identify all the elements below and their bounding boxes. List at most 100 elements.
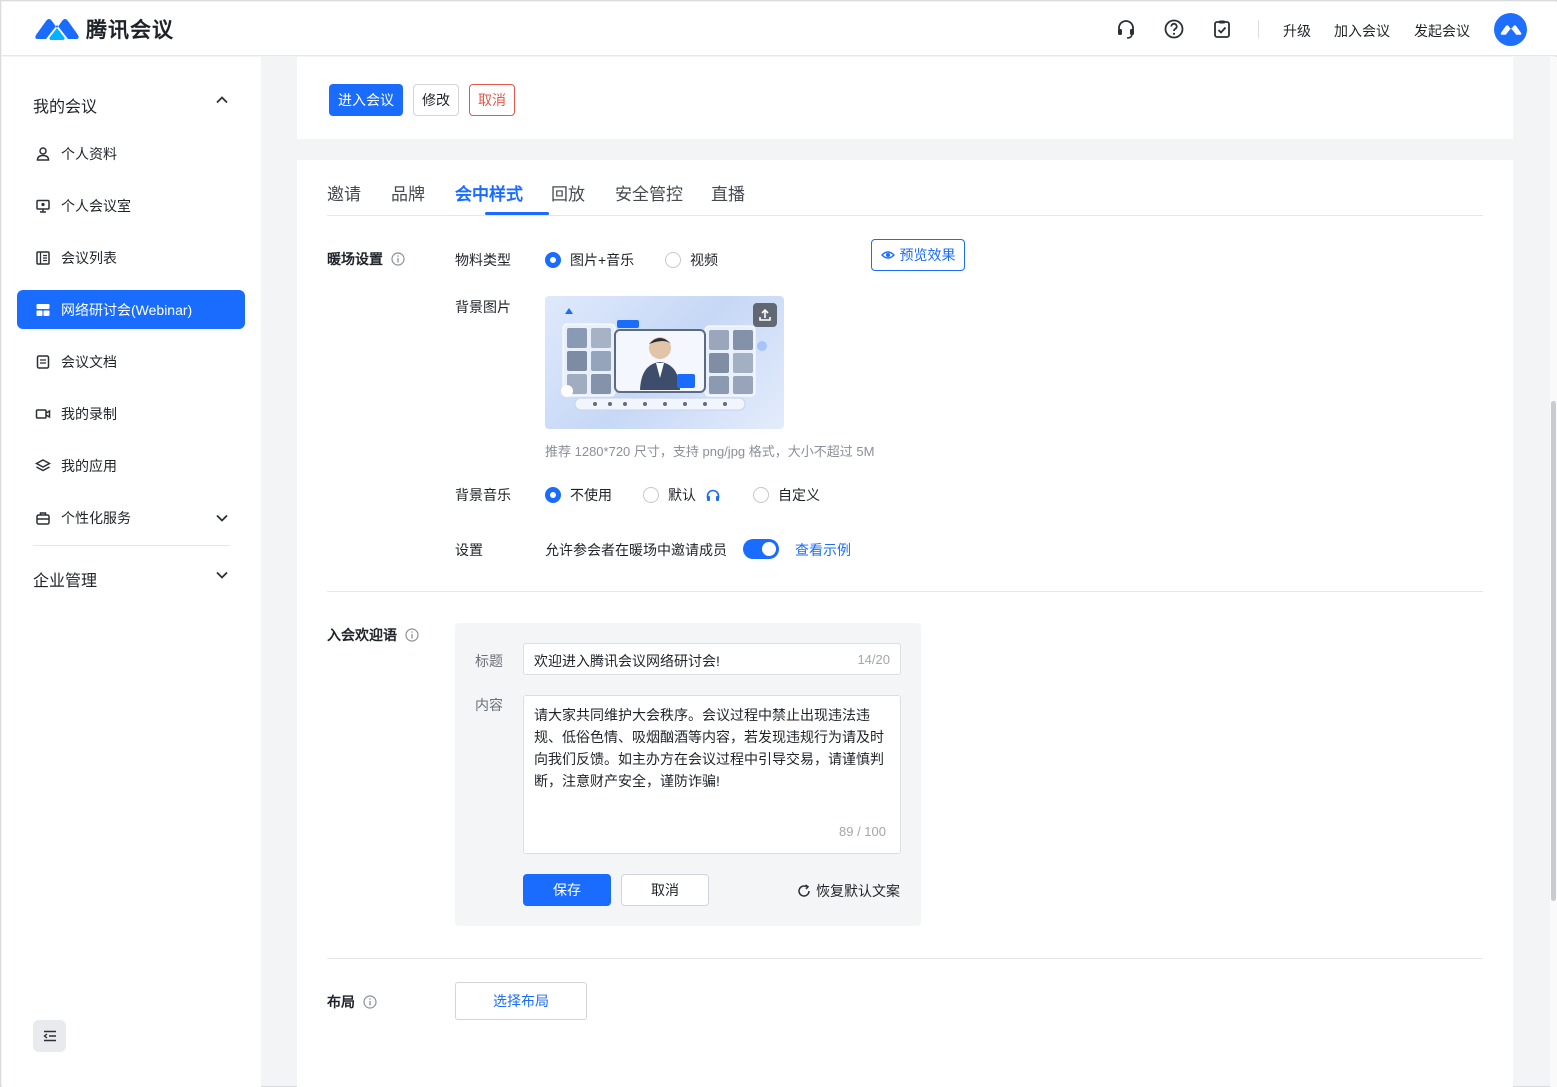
chevron-up-icon[interactable] (214, 92, 230, 108)
sidebar: 我的会议 个人资料 个人会议室 会议列表 网络研讨会(Webinar) 会议文档… (2, 57, 261, 1087)
chevron-down-icon[interactable] (214, 567, 230, 583)
restore-default-link[interactable]: 恢复默认文案 (797, 881, 900, 901)
cancel-button[interactable]: 取消 (621, 874, 709, 906)
sidebar-item-apps[interactable]: 我的应用 (17, 446, 245, 485)
music-option-none[interactable]: 不使用 (545, 485, 612, 505)
preview-effect-button[interactable]: 预览效果 (871, 239, 965, 271)
bg-image-label: 背景图片 (455, 299, 511, 315)
list-icon (36, 250, 50, 265)
radio-selected-icon (545, 487, 561, 503)
welcome-title-count: 14/20 (857, 652, 890, 667)
sidebar-item-webinar[interactable]: 网络研讨会(Webinar) (17, 290, 245, 329)
clipboard-check-icon[interactable] (1211, 18, 1233, 40)
section-divider (327, 958, 1483, 959)
avatar[interactable] (1494, 13, 1527, 46)
help-icon[interactable] (1163, 18, 1185, 40)
brand-logo[interactable]: 腾讯会议 (34, 14, 174, 44)
warmup-section-label: 暖场设置 (327, 249, 405, 269)
background-image-thumbnail[interactable] (545, 296, 784, 429)
sidebar-divider (33, 545, 230, 546)
music-option-default[interactable]: 默认 (643, 485, 721, 505)
sidebar-item-label: 我的录制 (61, 405, 117, 422)
upload-image-button[interactable] (753, 303, 777, 327)
chevron-down-icon[interactable] (214, 510, 230, 526)
upgrade-link[interactable]: 升级 (1283, 21, 1311, 41)
material-option-image-music[interactable]: 图片+音乐 (545, 250, 634, 270)
webinar-icon (36, 303, 50, 316)
briefcase-icon (36, 511, 50, 525)
start-meeting-link[interactable]: 发起会议 (1414, 21, 1470, 41)
allow-invite-toggle[interactable] (743, 539, 779, 559)
radio-unselected-icon (665, 252, 681, 268)
topbar-divider (1258, 20, 1259, 38)
sidebar-item-documents[interactable]: 会议文档 (17, 342, 245, 381)
sidebar-item-meeting-list[interactable]: 会议列表 (17, 238, 245, 277)
avatar-logo-icon (1500, 24, 1521, 35)
join-meeting-link[interactable]: 加入会议 (1334, 21, 1390, 41)
sidebar-item-label: 个性化服务 (61, 509, 131, 526)
app-name: 腾讯会议 (86, 19, 174, 42)
music-option-custom[interactable]: 自定义 (753, 485, 820, 505)
settings-card: 邀请 品牌 会中样式 回放 安全管控 直播 暖场设置 物料类型 图片+音乐 视频 (297, 160, 1513, 1087)
welcome-title-input[interactable]: 欢迎进入腾讯会议网络研讨会! 14/20 (523, 643, 901, 675)
eye-icon (880, 251, 895, 259)
sidebar-item-label: 会议文档 (61, 353, 117, 370)
menu-collapse-icon (42, 1030, 56, 1042)
info-icon[interactable] (363, 995, 377, 1009)
sidebar-item-profile[interactable]: 个人资料 (17, 134, 245, 173)
choose-layout-button[interactable]: 选择布局 (455, 982, 587, 1020)
welcome-title-label: 标题 (475, 653, 503, 669)
app-window: 腾讯会议 升级 加入会议 发起会议 我的会议 个人资料 个人会议室 会议列表 网… (0, 0, 1557, 1087)
radio-unselected-icon (643, 487, 659, 503)
sidebar-group-enterprise[interactable]: 企业管理 (33, 567, 97, 591)
sidebar-item-label: 我的应用 (61, 457, 117, 474)
meeting-actions-card: 进入会议 修改 取消 (297, 57, 1513, 139)
tab-invite[interactable]: 邀请 (327, 180, 361, 205)
headphones-icon[interactable] (705, 488, 721, 502)
active-tab-indicator (485, 212, 549, 215)
headset-icon[interactable] (1115, 18, 1137, 40)
upload-icon (759, 308, 771, 321)
layout-section-title: 布局 (327, 994, 355, 1010)
tab-live[interactable]: 直播 (711, 180, 745, 205)
welcome-content-value: 请大家共同维护大会秩序。会议过程中禁止出现违法违规、低俗色情、吸烟酗酒等内容，若… (534, 707, 884, 789)
save-button[interactable]: 保存 (523, 874, 611, 906)
sidebar-item-personalized-service[interactable]: 个性化服务 (17, 498, 245, 537)
material-type-label: 物料类型 (455, 252, 511, 268)
layers-icon (35, 458, 51, 471)
info-icon[interactable] (391, 252, 405, 266)
enter-meeting-button[interactable]: 进入会议 (329, 84, 403, 116)
radio-unselected-icon (753, 487, 769, 503)
sidebar-item-label: 个人会议室 (61, 197, 131, 214)
see-example-link[interactable]: 查看示例 (795, 540, 851, 560)
sidebar-group-my-meetings[interactable]: 我的会议 (33, 93, 97, 117)
tab-security[interactable]: 安全管控 (615, 180, 683, 205)
scrollbar-thumb[interactable] (1551, 401, 1556, 901)
restore-default-label: 恢复默认文案 (816, 883, 900, 899)
sidebar-item-recordings[interactable]: 我的录制 (17, 394, 245, 433)
user-icon (36, 146, 50, 161)
sidebar-item-personal-room[interactable]: 个人会议室 (17, 186, 245, 225)
bg-music-label: 背景音乐 (455, 487, 511, 503)
welcome-message-panel: 标题 欢迎进入腾讯会议网络研讨会! 14/20 内容 请大家共同维护大会秩序。会… (455, 623, 921, 926)
meeting-scene-illustration (561, 308, 767, 411)
section-divider (327, 591, 1483, 592)
collapse-sidebar-button[interactable] (33, 1020, 66, 1052)
cancel-meeting-button[interactable]: 取消 (469, 84, 515, 116)
tab-playback[interactable]: 回放 (551, 180, 585, 205)
bg-image-hint: 推荐 1280*720 尺寸，支持 png/jpg 格式，大小不超过 5M (545, 444, 875, 459)
radio-label: 自定义 (778, 487, 820, 503)
material-option-video[interactable]: 视频 (665, 250, 718, 270)
settings-label: 设置 (455, 542, 483, 558)
welcome-content-textarea[interactable]: 请大家共同维护大会秩序。会议过程中禁止出现违法违规、低俗色情、吸烟酗酒等内容，若… (523, 695, 901, 854)
sidebar-item-label: 会议列表 (61, 249, 117, 266)
radio-label: 视频 (690, 252, 718, 268)
top-bar: 腾讯会议 升级 加入会议 发起会议 (2, 2, 1557, 56)
tab-in-meeting-style[interactable]: 会中样式 (455, 180, 523, 205)
edit-button[interactable]: 修改 (413, 84, 459, 116)
radio-label: 图片+音乐 (570, 252, 635, 268)
info-icon[interactable] (405, 628, 419, 642)
radio-label: 不使用 (570, 487, 612, 503)
video-camera-icon (35, 408, 51, 419)
tab-brand[interactable]: 品牌 (391, 180, 425, 205)
